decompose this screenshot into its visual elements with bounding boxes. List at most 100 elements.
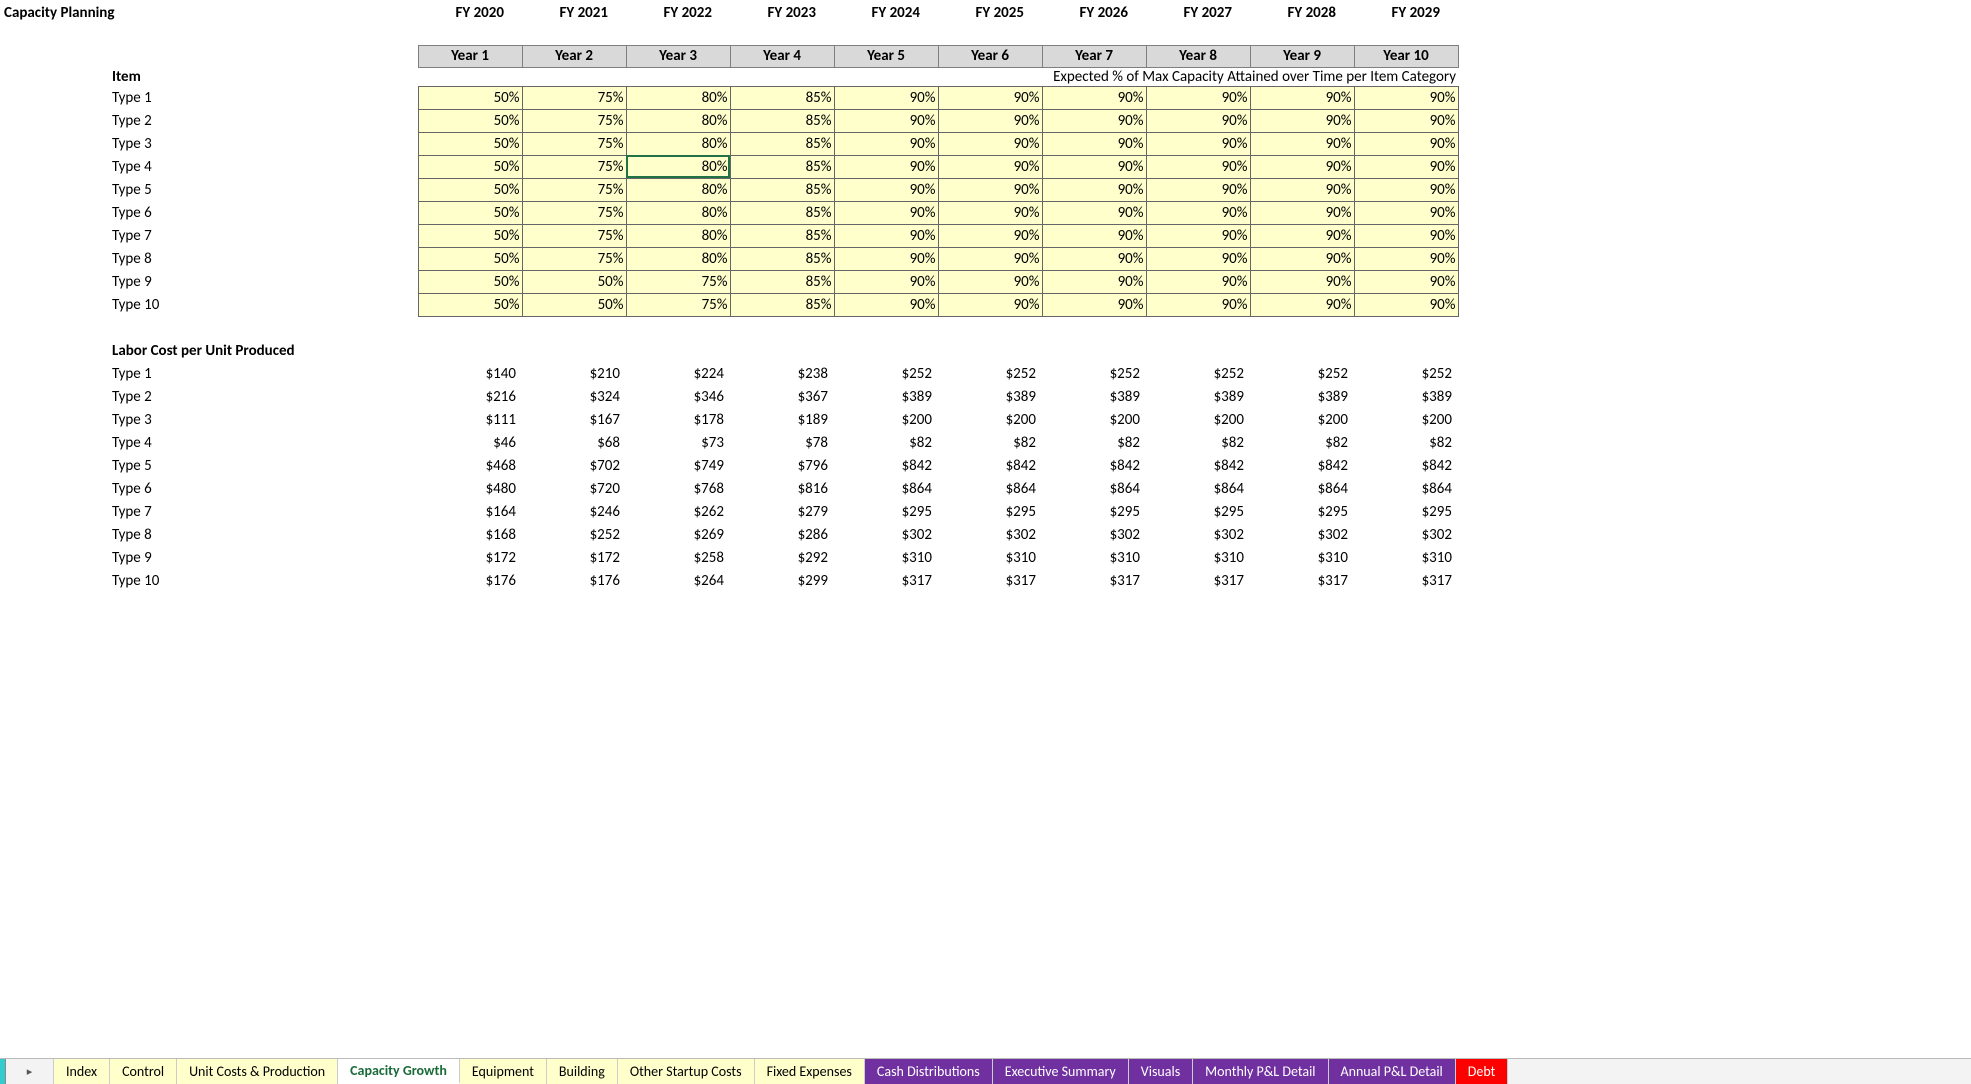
capacity-cell[interactable]: 90% [1146,201,1250,224]
capacity-cell[interactable]: 90% [1354,155,1458,178]
capacity-cell[interactable]: 50% [522,293,626,316]
capacity-cell[interactable]: 50% [418,109,522,132]
labor-cell[interactable]: $252 [522,523,626,546]
labor-cell[interactable]: $295 [1146,500,1250,523]
labor-cell[interactable]: $82 [1250,431,1354,454]
capacity-cell[interactable]: 90% [1250,109,1354,132]
labor-cell[interactable]: $768 [626,477,730,500]
capacity-cell[interactable]: 75% [522,109,626,132]
capacity-cell[interactable]: 90% [834,201,938,224]
sheet-tab[interactable]: Cash Distributions [865,1059,993,1084]
capacity-cell[interactable]: 90% [834,270,938,293]
labor-cell[interactable]: $46 [418,431,522,454]
capacity-cell[interactable]: 90% [834,178,938,201]
capacity-cell[interactable]: 90% [834,109,938,132]
capacity-cell[interactable]: 50% [418,201,522,224]
labor-cell[interactable]: $310 [834,546,938,569]
labor-cell[interactable]: $252 [938,362,1042,385]
capacity-cell[interactable]: 90% [1354,86,1458,109]
capacity-cell[interactable]: 90% [1042,178,1146,201]
labor-cell[interactable]: $468 [418,454,522,477]
capacity-cell[interactable]: 50% [418,155,522,178]
labor-cell[interactable]: $176 [522,569,626,592]
labor-cell[interactable]: $295 [1042,500,1146,523]
labor-cell[interactable]: $864 [1250,477,1354,500]
labor-cell[interactable]: $299 [730,569,834,592]
labor-cell[interactable]: $264 [626,569,730,592]
capacity-cell[interactable]: 80% [626,132,730,155]
labor-cell[interactable]: $842 [1354,454,1458,477]
capacity-cell[interactable]: 85% [730,86,834,109]
capacity-cell[interactable]: 75% [522,86,626,109]
labor-cell[interactable]: $167 [522,408,626,431]
sheet-tab[interactable]: Index [54,1059,110,1084]
capacity-cell[interactable]: 80% [626,178,730,201]
capacity-cell[interactable]: 90% [1146,247,1250,270]
capacity-cell[interactable]: 90% [938,155,1042,178]
capacity-cell[interactable]: 90% [1042,293,1146,316]
labor-cell[interactable]: $864 [1042,477,1146,500]
capacity-cell[interactable]: 90% [1250,86,1354,109]
capacity-cell[interactable]: 90% [1250,178,1354,201]
labor-cell[interactable]: $389 [1354,385,1458,408]
labor-cell[interactable]: $200 [1250,408,1354,431]
capacity-cell[interactable]: 50% [418,293,522,316]
labor-cell[interactable]: $842 [1146,454,1250,477]
capacity-cell[interactable]: 85% [730,132,834,155]
labor-cell[interactable]: $842 [1042,454,1146,477]
labor-cell[interactable]: $310 [1250,546,1354,569]
labor-cell[interactable]: $279 [730,500,834,523]
capacity-cell[interactable]: 90% [1146,224,1250,247]
labor-cell[interactable]: $317 [938,569,1042,592]
labor-cell[interactable]: $238 [730,362,834,385]
capacity-cell[interactable]: 90% [1354,293,1458,316]
capacity-cell[interactable]: 90% [1146,86,1250,109]
capacity-cell[interactable]: 90% [1354,178,1458,201]
labor-cell[interactable]: $842 [1250,454,1354,477]
capacity-cell[interactable]: 90% [1250,201,1354,224]
labor-cell[interactable]: $82 [1354,431,1458,454]
labor-cell[interactable]: $302 [1250,523,1354,546]
capacity-cell[interactable]: 85% [730,293,834,316]
labor-cell[interactable]: $200 [938,408,1042,431]
labor-cell[interactable]: $720 [522,477,626,500]
capacity-cell[interactable]: 90% [1250,270,1354,293]
capacity-cell[interactable]: 90% [1250,224,1354,247]
labor-cell[interactable]: $346 [626,385,730,408]
capacity-cell[interactable]: 75% [626,270,730,293]
capacity-cell[interactable]: 80% [626,247,730,270]
labor-cell[interactable]: $816 [730,477,834,500]
labor-cell[interactable]: $200 [1146,408,1250,431]
capacity-cell[interactable]: 90% [1146,109,1250,132]
labor-cell[interactable]: $842 [938,454,1042,477]
spreadsheet-area[interactable]: Capacity Planning FY 2020FY 2021FY 2022F… [0,0,1971,592]
capacity-cell[interactable]: 75% [522,201,626,224]
capacity-cell[interactable]: 85% [730,201,834,224]
capacity-cell[interactable]: 90% [834,132,938,155]
capacity-cell[interactable]: 50% [418,270,522,293]
capacity-cell[interactable]: 85% [730,247,834,270]
capacity-cell[interactable]: 75% [522,224,626,247]
labor-cell[interactable]: $178 [626,408,730,431]
labor-cell[interactable]: $295 [1354,500,1458,523]
labor-cell[interactable]: $172 [418,546,522,569]
capacity-cell[interactable]: 90% [1042,247,1146,270]
capacity-cell[interactable]: 75% [522,178,626,201]
capacity-cell[interactable]: 90% [1354,201,1458,224]
labor-cell[interactable]: $164 [418,500,522,523]
capacity-cell[interactable]: 90% [1042,155,1146,178]
capacity-cell[interactable]: 90% [938,270,1042,293]
capacity-cell[interactable]: 90% [938,178,1042,201]
capacity-cell[interactable]: 90% [1042,132,1146,155]
labor-cell[interactable]: $269 [626,523,730,546]
labor-cell[interactable]: $302 [1042,523,1146,546]
capacity-cell[interactable]: 80% [626,109,730,132]
labor-cell[interactable]: $73 [626,431,730,454]
labor-cell[interactable]: $168 [418,523,522,546]
capacity-cell[interactable]: 90% [1250,293,1354,316]
labor-cell[interactable]: $82 [938,431,1042,454]
labor-cell[interactable]: $200 [1354,408,1458,431]
labor-cell[interactable]: $210 [522,362,626,385]
capacity-cell[interactable]: 90% [1354,270,1458,293]
labor-cell[interactable]: $140 [418,362,522,385]
